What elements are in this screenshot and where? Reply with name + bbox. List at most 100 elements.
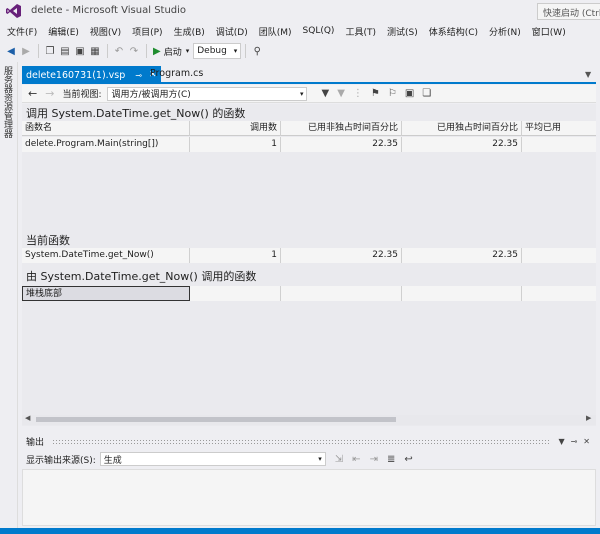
menu-view[interactable]: 视图(V): [87, 25, 129, 38]
chevron-down-icon[interactable]: ▼: [558, 437, 564, 446]
previous-message-icon[interactable]: ⇤: [352, 454, 360, 465]
current-view-value: 调用方/被调用方(C): [111, 90, 191, 100]
server-explorer-tab[interactable]: 服务器资源管理器: [2, 66, 14, 138]
solution-configuration-select[interactable]: Debug ▾: [193, 43, 242, 59]
find-in-files-icon[interactable]: ⚲: [250, 43, 264, 59]
clear-all-icon[interactable]: ≣: [387, 454, 395, 465]
play-icon: ▶: [153, 45, 161, 57]
profiler-view-bar: ← → 当前视图: 调用方/被调用方(C) ▾ ▼ ▼ ⋮ ⚑ ⚐ ▣ ❏: [22, 85, 596, 103]
menu-debug[interactable]: 调试(D): [213, 25, 256, 38]
cell-calls: 1: [190, 137, 281, 152]
scrollbar-thumb[interactable]: [36, 417, 396, 422]
menu-team[interactable]: 团队(M): [256, 25, 300, 38]
chevron-down-icon[interactable]: ▼: [585, 70, 591, 79]
menu-bar: 文件(F) 编辑(E) 视图(V) 项目(P) 生成(B) 调试(D) 团队(M…: [0, 22, 600, 40]
table-row[interactable]: 堆栈底部: [22, 286, 596, 301]
cell-average: [522, 248, 596, 263]
column-header-exclusive-percent[interactable]: 已用独占时间百分比: [402, 121, 522, 136]
chevron-down-icon: ▾: [185, 47, 190, 55]
cell-function-name: delete.Program.Main(string[]): [22, 137, 190, 152]
arrow-left-icon[interactable]: ←: [28, 87, 37, 100]
cell-average: [522, 137, 596, 152]
drag-grip[interactable]: [52, 438, 551, 444]
tab-label: delete160731(1).vsp: [26, 69, 126, 81]
cell-average: [522, 286, 596, 301]
toolbar-separator: [245, 44, 247, 58]
noise-reduction-icon[interactable]: ⚐: [388, 88, 397, 99]
cell-inclusive-percent: 22.35: [281, 137, 402, 152]
cell-calls: [190, 286, 281, 301]
word-wrap-icon[interactable]: ↩: [404, 454, 412, 465]
callers-header-row: 函数名 调用数 已用非独占时间百分比 已用独占时间百分比 平均已用: [22, 121, 596, 136]
output-source-select[interactable]: 生成 ▾: [99, 452, 326, 466]
filter-options-icon[interactable]: ⋮: [353, 88, 363, 99]
navigate-forward-icon[interactable]: ▶: [19, 43, 33, 59]
table-row[interactable]: delete.Program.Main(string[]) 1 22.35 22…: [22, 137, 596, 152]
current-view-label: 当前视图:: [62, 90, 102, 100]
menu-tools[interactable]: 工具(T): [342, 25, 384, 38]
menu-architecture[interactable]: 体系结构(C): [426, 25, 486, 38]
tab-program-cs[interactable]: Program.cs: [150, 68, 203, 79]
pin-icon[interactable]: ⊸: [135, 71, 142, 80]
undo-icon[interactable]: ↶: [112, 43, 126, 59]
close-icon[interactable]: ✕: [583, 437, 590, 446]
cell-exclusive-percent: 22.35: [402, 248, 522, 263]
chevron-down-icon: ▾: [299, 89, 304, 98]
menu-file[interactable]: 文件(F): [4, 25, 45, 38]
output-source-bar: 显示输出来源(S): 生成 ▾ ⇲ ⇤ ⇥ ≣ ↩: [22, 450, 596, 468]
menu-analyze[interactable]: 分析(N): [486, 25, 529, 38]
find-message-icon[interactable]: ⇲: [335, 454, 343, 465]
save-all-icon[interactable]: ▦: [88, 43, 102, 59]
cell-inclusive-percent: 22.35: [281, 248, 402, 263]
menu-project[interactable]: 项目(P): [129, 25, 170, 38]
chevron-down-icon: ▾: [233, 47, 238, 55]
scroll-right-icon[interactable]: ▶: [586, 414, 591, 422]
menu-sql[interactable]: SQL(Q): [300, 26, 343, 36]
chevron-down-icon: ▾: [318, 455, 322, 463]
navigate-back-icon[interactable]: ◀: [4, 43, 18, 59]
cell-calls: 1: [190, 248, 281, 263]
output-text-area[interactable]: [22, 469, 596, 526]
standard-toolbar: ◀ ▶ ❐ ▤ ▣ ▦ ↶ ↷ ▶ 启动 ▾ Debug ▾ ⚲: [0, 40, 600, 62]
toolbar-separator: [146, 44, 147, 58]
hot-path-icon[interactable]: ⚑: [371, 88, 380, 99]
cell-exclusive-percent: [402, 286, 522, 301]
next-message-icon[interactable]: ⇥: [370, 454, 378, 465]
output-source-value: 生成: [103, 455, 122, 466]
output-pane-title: 输出: [26, 437, 45, 448]
configuration-value: Debug: [197, 46, 227, 56]
column-header-average[interactable]: 平均已用: [522, 121, 596, 136]
pin-icon[interactable]: ⊸: [571, 437, 578, 446]
save-icon[interactable]: ▣: [73, 43, 87, 59]
filter-icon[interactable]: ▼: [321, 88, 329, 99]
window-title: delete - Microsoft Visual Studio: [31, 5, 187, 16]
menu-test[interactable]: 测试(S): [384, 25, 426, 38]
menu-build[interactable]: 生成(B): [171, 25, 213, 38]
scroll-left-icon[interactable]: ◀: [25, 414, 30, 422]
cell-inclusive-percent: [281, 286, 402, 301]
current-function-title: 当前函数: [26, 234, 70, 247]
redo-icon[interactable]: ↷: [127, 43, 141, 59]
quick-launch-input[interactable]: 快速启动 (Ctrl+Q): [537, 3, 600, 20]
column-header-function-name[interactable]: 函数名: [22, 121, 190, 136]
filter-clear-icon[interactable]: ▼: [337, 88, 345, 99]
arrow-right-icon[interactable]: →: [45, 87, 54, 100]
start-debugging-button[interactable]: ▶ 启动 ▾: [153, 45, 189, 58]
callees-section-title: 由 System.DateTime.get_Now() 调用的函数: [26, 270, 257, 283]
toolbar-separator: [107, 44, 108, 58]
tab-profiler-report[interactable]: delete160731(1).vsp ⊸ ✕: [22, 66, 161, 84]
new-project-icon[interactable]: ❐: [43, 43, 57, 59]
table-row[interactable]: System.DateTime.get_Now() 1 22.35 22.35: [22, 248, 596, 263]
current-view-select[interactable]: 调用方/被调用方(C) ▾: [107, 86, 308, 101]
open-file-icon[interactable]: ▤: [58, 43, 72, 59]
export-report-icon[interactable]: ▣: [405, 88, 414, 99]
status-bar: [0, 528, 600, 534]
copy-view-icon[interactable]: ❏: [422, 88, 431, 99]
column-header-inclusive-percent[interactable]: 已用非独占时间百分比: [281, 121, 402, 136]
visual-studio-logo-icon: [6, 4, 21, 18]
menu-edit[interactable]: 编辑(E): [45, 25, 87, 38]
output-source-label: 显示输出来源(S):: [26, 455, 96, 466]
menu-window[interactable]: 窗口(W): [529, 25, 574, 38]
column-header-calls[interactable]: 调用数: [190, 121, 281, 136]
start-label: 启动: [163, 47, 182, 58]
